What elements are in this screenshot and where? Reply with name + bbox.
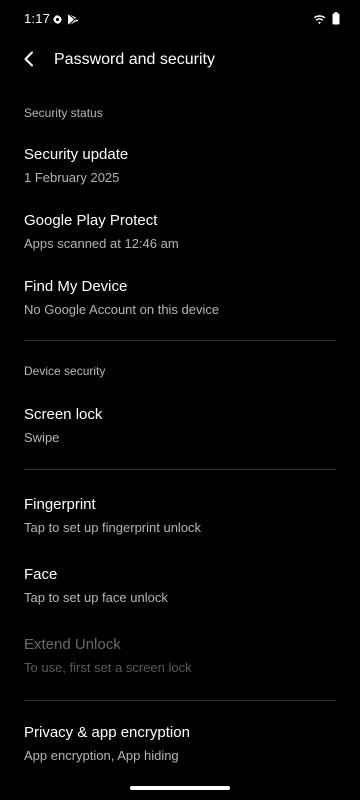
play-store-icon: [68, 12, 79, 30]
status-time: 1:17: [24, 11, 51, 26]
status-left-icons: [52, 12, 79, 30]
fingerprint-item[interactable]: Fingerprint Tap to set up fingerprint un…: [0, 496, 360, 540]
item-subtitle: To use, first set a screen lock: [24, 660, 192, 675]
back-button[interactable]: [14, 46, 44, 76]
item-title: Face: [24, 566, 58, 583]
item-subtitle: Swipe: [24, 430, 60, 445]
find-my-device-item[interactable]: Find My Device No Google Account on this…: [0, 278, 360, 322]
item-title: Privacy & app encryption: [24, 724, 190, 741]
item-subtitle: App encryption, App hiding: [24, 748, 179, 763]
item-subtitle: Apps scanned at 12:46 am: [24, 236, 179, 251]
item-title: Find My Device: [24, 278, 128, 295]
item-subtitle: No Google Account on this device: [24, 302, 220, 317]
section-header-device-security: Device security: [24, 364, 106, 378]
battery-icon: [332, 12, 340, 30]
item-title: Fingerprint: [24, 496, 96, 513]
page-title: Password and security: [54, 51, 215, 68]
extend-unlock-item: Extend Unlock To use, first set a screen…: [0, 636, 360, 680]
gesture-nav-handle[interactable]: [130, 786, 230, 790]
privacy-app-encryption-item[interactable]: Privacy & app encryption App encryption,…: [0, 724, 360, 768]
status-bar: 1:17: [0, 0, 360, 36]
status-right-icons: [313, 12, 340, 30]
divider: [24, 340, 336, 341]
screen-lock-item[interactable]: Screen lock Swipe: [0, 406, 360, 450]
item-title: Extend Unlock: [24, 636, 121, 653]
item-subtitle: 1 February 2025: [24, 170, 120, 185]
security-update-item[interactable]: Security update 1 February 2025: [0, 146, 360, 190]
item-title: Google Play Protect: [24, 212, 158, 229]
chevron-left-icon: [23, 51, 35, 72]
item-title: Screen lock: [24, 406, 103, 423]
gear-icon: [52, 12, 63, 30]
divider: [24, 469, 336, 470]
face-item[interactable]: Face Tap to set up face unlock: [0, 566, 360, 610]
section-header-security-status: Security status: [24, 106, 103, 120]
wifi-icon: [313, 12, 326, 30]
item-title: Security update: [24, 146, 129, 163]
item-subtitle: Tap to set up fingerprint unlock: [24, 520, 202, 535]
item-subtitle: Tap to set up face unlock: [24, 590, 168, 605]
divider: [24, 700, 336, 701]
top-app-bar: Password and security: [0, 40, 360, 82]
google-play-protect-item[interactable]: Google Play Protect Apps scanned at 12:4…: [0, 212, 360, 256]
